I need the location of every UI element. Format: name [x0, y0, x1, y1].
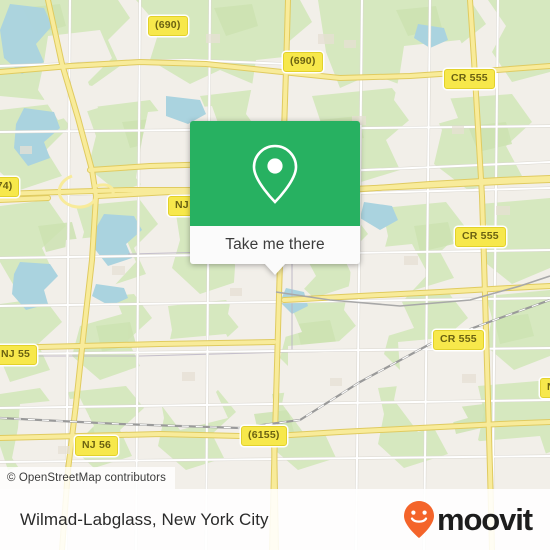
popup-header	[190, 121, 360, 226]
road-shield-690-a[interactable]: (690)	[148, 16, 188, 36]
place-title: Wilmad-Labglass, New York City	[20, 509, 269, 529]
road-shield-edge-right[interactable]: N	[540, 378, 550, 398]
moovit-smiley-pin-icon	[403, 500, 434, 538]
take-me-there-label: Take me there	[225, 236, 325, 253]
moovit-wordmark: moovit	[436, 502, 533, 537]
road-shield-cr555-c[interactable]: CR 555	[433, 330, 484, 350]
place-popup[interactable]: Take me there	[190, 121, 360, 275]
osm-attribution[interactable]: © OpenStreetMap contributors	[0, 467, 175, 489]
map-screenshot: (690) (690) CR 555 (74) NJ 4 CR 555 CR 5…	[0, 0, 550, 550]
footer-bar: Wilmad-Labglass, New York City moovit	[0, 489, 550, 550]
location-pin-icon	[252, 144, 298, 204]
moovit-brand[interactable]: moovit	[402, 500, 533, 540]
popup-tail	[264, 263, 286, 275]
road-shield-cr555-a[interactable]: CR 555	[444, 69, 495, 89]
road-shield-74[interactable]: (74)	[0, 177, 20, 197]
osm-attribution-text: © OpenStreetMap contributors	[7, 472, 166, 484]
road-shield-nj55[interactable]: NJ 55	[0, 345, 38, 365]
road-shield-6155[interactable]: (6155)	[241, 426, 287, 446]
take-me-there-button[interactable]: Take me there	[190, 226, 360, 275]
road-shield-690-b[interactable]: (690)	[283, 52, 323, 72]
road-shield-nj56[interactable]: NJ 56	[75, 436, 119, 456]
road-shield-cr555-b[interactable]: CR 555	[455, 227, 506, 247]
